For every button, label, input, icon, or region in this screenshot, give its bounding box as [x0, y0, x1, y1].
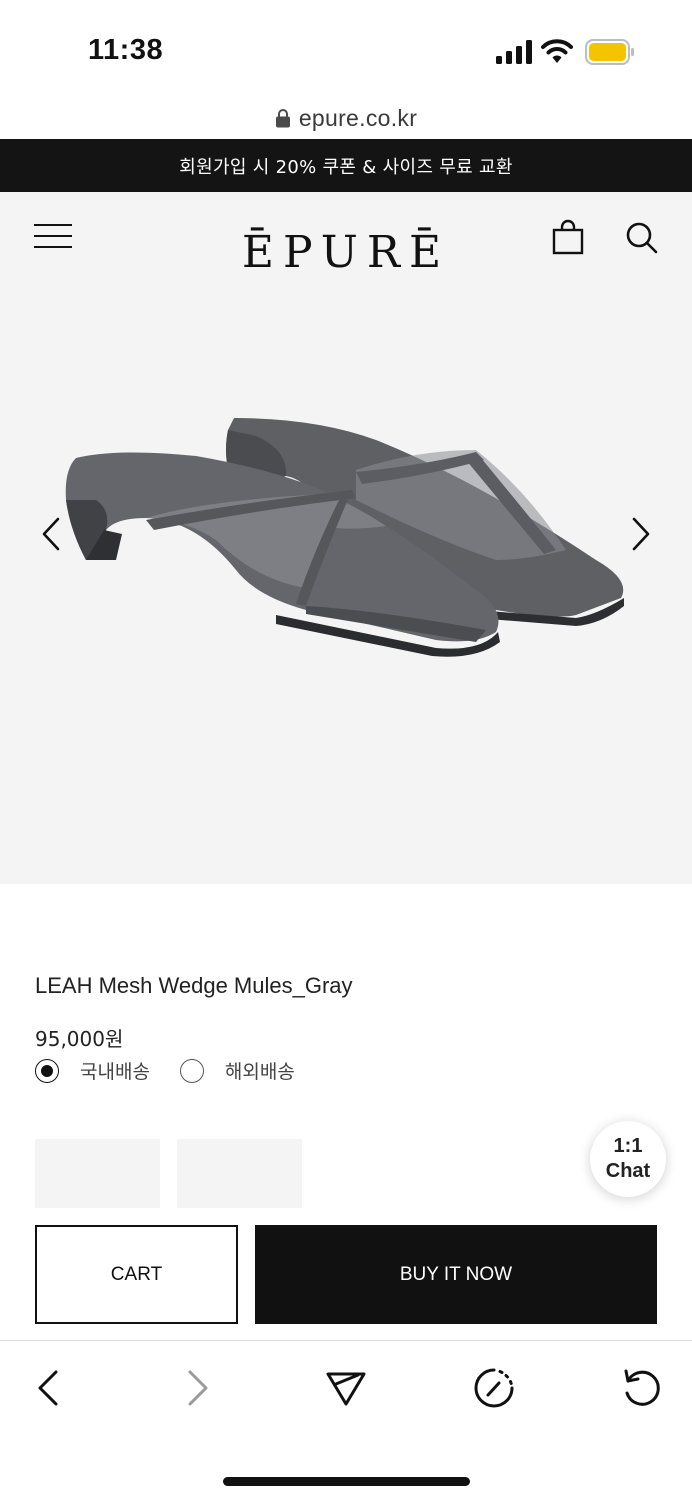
overseas-shipping-radio[interactable] — [179, 1058, 204, 1083]
product-price: 95,000원 — [35, 1027, 124, 1051]
brand-logo[interactable]: ĒPURĒ — [0, 227, 692, 278]
shopping-bag-icon[interactable] — [551, 219, 585, 255]
buy-now-button[interactable]: BUY IT NOW — [255, 1225, 657, 1324]
domestic-shipping-label[interactable]: 국내배송 — [80, 1057, 150, 1084]
url-text: epure.co.kr — [298, 104, 418, 131]
product-title: LEAH Mesh Wedge Mules_Gray — [35, 973, 353, 998]
product-image[interactable] — [56, 410, 636, 690]
add-to-cart-button[interactable]: CART — [35, 1225, 238, 1324]
cellular-signal-icon — [496, 40, 532, 64]
status-bar: 11:38 — [0, 0, 692, 96]
status-time: 11:38 — [88, 34, 164, 66]
product-gallery: ĒPURĒ — [0, 192, 692, 884]
option-swatch[interactable] — [35, 1139, 160, 1208]
battery-icon — [585, 39, 634, 65]
home-indicator — [223, 1477, 470, 1486]
reload-icon[interactable] — [620, 1366, 664, 1410]
share-icon[interactable] — [324, 1366, 368, 1410]
forward-icon[interactable] — [176, 1366, 220, 1410]
overseas-shipping-label[interactable]: 해외배송 — [225, 1057, 295, 1084]
wifi-icon — [541, 39, 573, 63]
chat-button[interactable]: 1:1 Chat — [590, 1121, 666, 1197]
address-bar[interactable]: epure.co.kr — [0, 96, 692, 140]
speed-dial-icon[interactable] — [472, 1366, 516, 1410]
browser-toolbar — [0, 1340, 692, 1500]
domestic-shipping-radio[interactable] — [35, 1058, 59, 1083]
back-icon[interactable] — [26, 1366, 70, 1410]
battery-level — [589, 43, 626, 61]
chat-label-line1: 1:1 — [613, 1135, 643, 1157]
search-icon[interactable] — [624, 220, 658, 254]
shipping-options: 국내배송 해외배송 — [35, 1057, 325, 1084]
lock-icon — [275, 109, 290, 128]
chat-label-line2: Chat — [605, 1160, 651, 1182]
option-swatch[interactable] — [177, 1139, 302, 1208]
announcement-banner[interactable]: 회원가입 시 20% 쿠폰 & 사이즈 무료 교환 — [0, 139, 692, 192]
